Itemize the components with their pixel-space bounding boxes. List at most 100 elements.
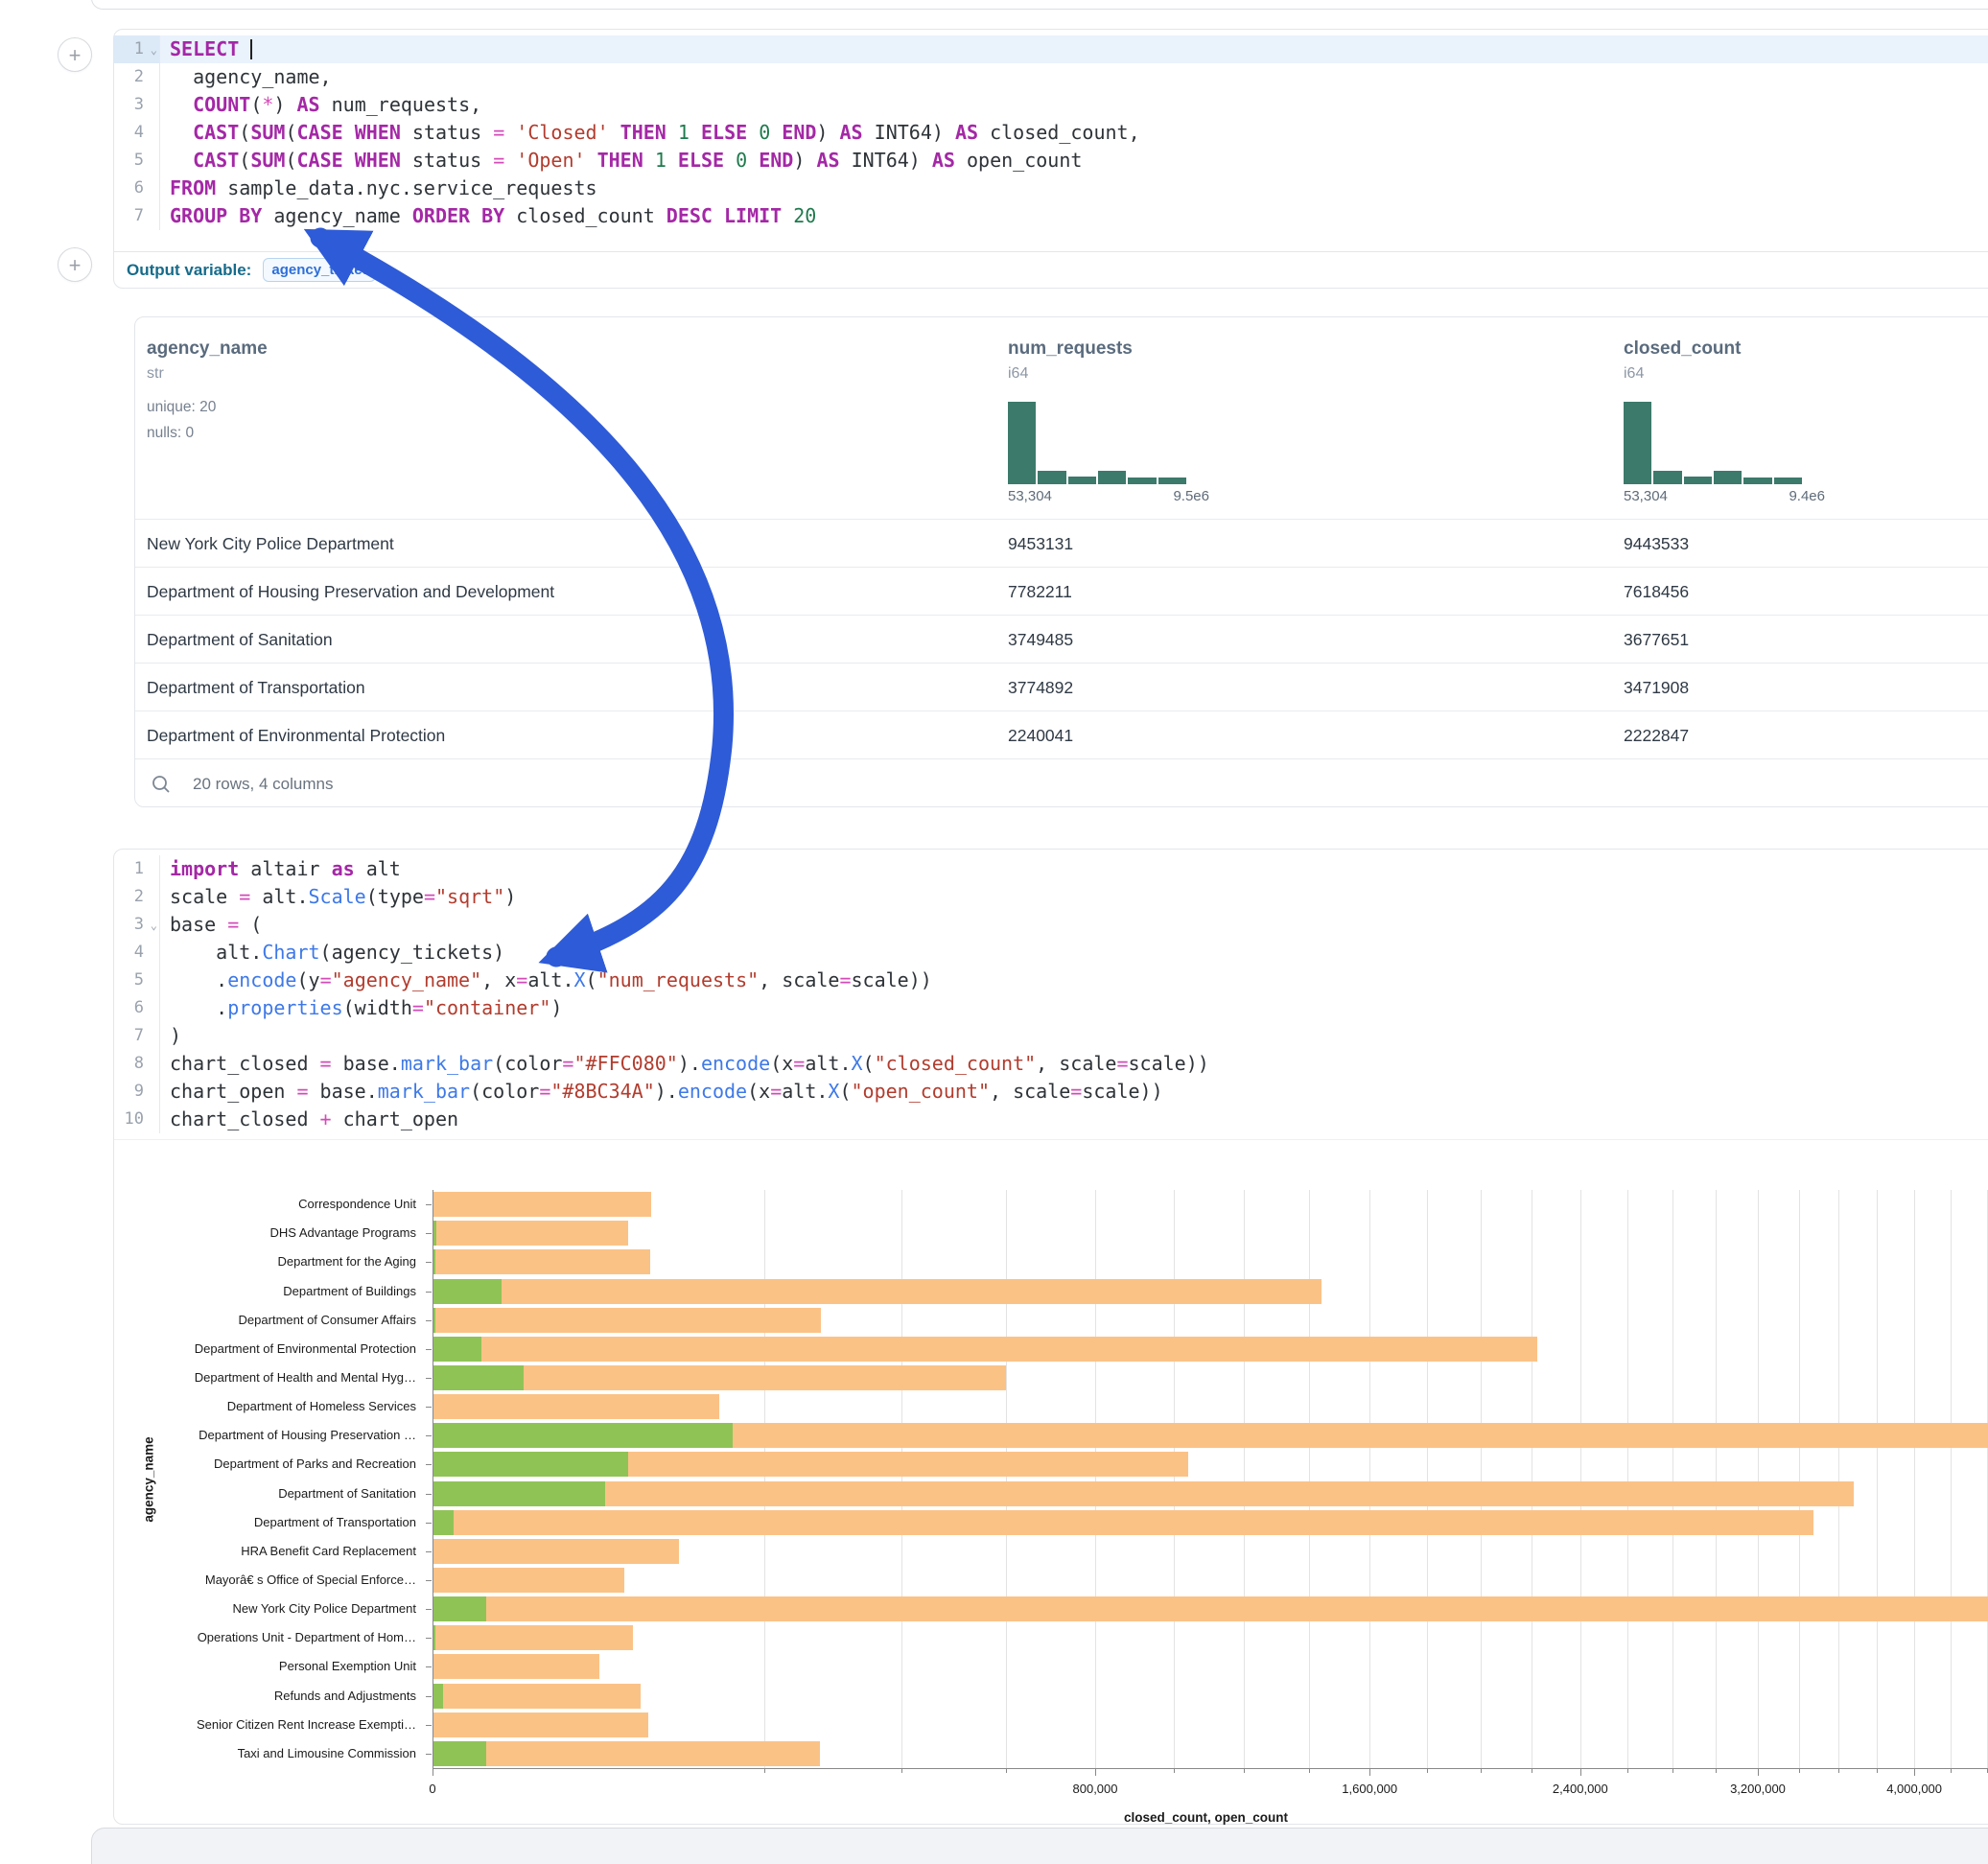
y-axis-label: Department of Housing Preservation …: [126, 1428, 416, 1442]
y-axis-tick: [426, 1696, 432, 1697]
table-cell: 3471908: [1624, 664, 1689, 711]
line-number: 7: [114, 1022, 160, 1050]
code-line[interactable]: 8chart_closed = base.mark_bar(color="#FF…: [114, 1050, 1988, 1078]
y-axis-label: Department of Environmental Protection: [126, 1341, 416, 1356]
y-axis-tick: [426, 1349, 432, 1350]
y-axis-tick: [426, 1580, 432, 1581]
y-axis-tick: [426, 1407, 432, 1408]
add-cell-button-middle[interactable]: +: [58, 247, 92, 282]
table-footer-label: 20 rows, 4 columns: [193, 775, 333, 794]
x-axis-tick: [1095, 1768, 1096, 1776]
code-line[interactable]: 6 .properties(width="container"): [114, 994, 1988, 1022]
code-line[interactable]: 10chart_closed + chart_open: [114, 1106, 1988, 1133]
code-line[interactable]: 9chart_open = base.mark_bar(color="#8BC3…: [114, 1078, 1988, 1106]
bar-closed-count: [433, 1539, 679, 1564]
code-line[interactable]: 4 alt.Chart(agency_tickets): [114, 939, 1988, 967]
table-footer: 20 rows, 4 columns: [135, 758, 1988, 808]
fold-chevron-icon[interactable]: ⌄: [151, 912, 157, 940]
code-text: FROM sample_data.nyc.service_requests: [160, 175, 1988, 202]
y-axis-tick: [426, 1523, 432, 1524]
bar-open-count: [433, 1423, 733, 1448]
code-text: alt.Chart(agency_tickets): [160, 939, 1988, 967]
bar-closed-count: [433, 1279, 1321, 1304]
bar-open-count: [433, 1741, 486, 1766]
column-header[interactable]: num_requests: [1008, 338, 1133, 360]
histogram-bar: [1684, 477, 1712, 484]
code-line[interactable]: 2scale = alt.Scale(type="sqrt"): [114, 883, 1988, 911]
bar-closed-count: [433, 1741, 820, 1766]
column-histogram: [1624, 402, 1802, 484]
python-code-editor[interactable]: 1import altair as alt2scale = alt.Scale(…: [114, 850, 1988, 1140]
histogram-range-labels: 53,3049.5e6: [1008, 488, 1209, 504]
y-axis-label: Department of Buildings: [126, 1284, 416, 1298]
table-row: Department of Transportation377489234719…: [135, 663, 1988, 711]
histogram-bar: [1128, 478, 1156, 484]
column-stat: unique: 20: [147, 399, 216, 416]
code-line[interactable]: 7GROUP BY agency_name ORDER BY closed_co…: [114, 202, 1988, 230]
x-axis-minor-tick: [1427, 1768, 1428, 1773]
add-cell-button-top[interactable]: +: [58, 37, 92, 72]
sql-cell: 1⌄SELECT 2 agency_name,3 COUNT(*) AS num…: [113, 29, 1988, 252]
line-number: 6: [114, 175, 160, 202]
bar-closed-count: [433, 1713, 648, 1737]
y-axis-label: Department of Sanitation: [126, 1486, 416, 1501]
y-axis-tick: [426, 1551, 432, 1552]
code-line[interactable]: 3⌄base = (: [114, 911, 1988, 939]
line-number: 1⌄: [114, 35, 160, 63]
table-cell: New York City Police Department: [147, 520, 394, 568]
bar-open-count: [433, 1684, 443, 1709]
code-line[interactable]: 3 COUNT(*) AS num_requests,: [114, 91, 1988, 119]
table-cell: 3677651: [1624, 616, 1689, 664]
fold-chevron-icon[interactable]: ⌄: [151, 36, 157, 64]
table-cell: 7782211: [1008, 568, 1072, 616]
result-table: agency_namestrunique: 20nulls: 0num_requ…: [134, 316, 1988, 807]
output-variable-pill[interactable]: agency_tickets: [263, 258, 376, 282]
bar-closed-count: [433, 1654, 599, 1679]
code-line[interactable]: 2 agency_name,: [114, 63, 1988, 91]
x-axis-tick-label: 0: [429, 1782, 435, 1796]
bar-open-count: [433, 1596, 486, 1621]
x-axis-minor-tick: [1244, 1768, 1245, 1773]
x-axis-line: [433, 1768, 1988, 1769]
code-line[interactable]: 6FROM sample_data.nyc.service_requests: [114, 175, 1988, 202]
search-icon[interactable]: [151, 774, 172, 795]
bar-closed-count: [433, 1625, 633, 1650]
y-axis-label: Refunds and Adjustments: [126, 1689, 416, 1703]
line-number: 2: [114, 883, 160, 911]
code-text: .encode(y="agency_name", x=alt.X("num_re…: [160, 967, 1988, 994]
bar-closed-count: [433, 1684, 641, 1709]
column-header[interactable]: closed_count: [1624, 338, 1741, 360]
y-axis-tick: [426, 1233, 432, 1234]
code-text: CAST(SUM(CASE WHEN status = 'Open' THEN …: [160, 147, 1988, 175]
code-line[interactable]: 4 CAST(SUM(CASE WHEN status = 'Closed' T…: [114, 119, 1988, 147]
y-axis-tick: [426, 1464, 432, 1465]
table-row: Department of Environmental Protection22…: [135, 711, 1988, 759]
x-axis-tick: [1369, 1768, 1370, 1776]
table-cell: Department of Transportation: [147, 664, 365, 711]
column-type: i64: [1624, 365, 1644, 383]
x-axis-tick-label: 1,600,000: [1342, 1782, 1397, 1796]
code-line[interactable]: 5 .encode(y="agency_name", x=alt.X("num_…: [114, 967, 1988, 994]
histogram-bar: [1743, 478, 1771, 484]
x-axis-tick-label: 3,200,000: [1730, 1782, 1786, 1796]
bar-open-count: [433, 1481, 605, 1506]
table-cell: 2240041: [1008, 711, 1073, 759]
bar-closed-count: [433, 1337, 1537, 1362]
bar-open-count: [433, 1452, 628, 1477]
x-axis-minor-tick: [901, 1768, 902, 1773]
bar-closed-count: [433, 1308, 821, 1333]
code-line[interactable]: 5 CAST(SUM(CASE WHEN status = 'Open' THE…: [114, 147, 1988, 175]
code-line[interactable]: 1import altair as alt: [114, 855, 1988, 883]
y-axis-label: Senior Citizen Rent Increase Exempti…: [126, 1717, 416, 1732]
histogram-bar: [1774, 478, 1802, 484]
y-axis-label: Department for the Aging: [126, 1254, 416, 1269]
code-text: CAST(SUM(CASE WHEN status = 'Closed' THE…: [160, 119, 1988, 147]
sql-code-editor[interactable]: 1⌄SELECT 2 agency_name,3 COUNT(*) AS num…: [114, 30, 1988, 236]
code-line[interactable]: 1⌄SELECT: [114, 35, 1988, 63]
column-header[interactable]: agency_name: [147, 338, 268, 360]
y-axis-tick: [426, 1609, 432, 1610]
x-axis-minor-tick: [1838, 1768, 1839, 1773]
code-line[interactable]: 7): [114, 1022, 1988, 1050]
line-number: 4: [114, 119, 160, 147]
x-axis-tick-label: 800,000: [1073, 1782, 1118, 1796]
